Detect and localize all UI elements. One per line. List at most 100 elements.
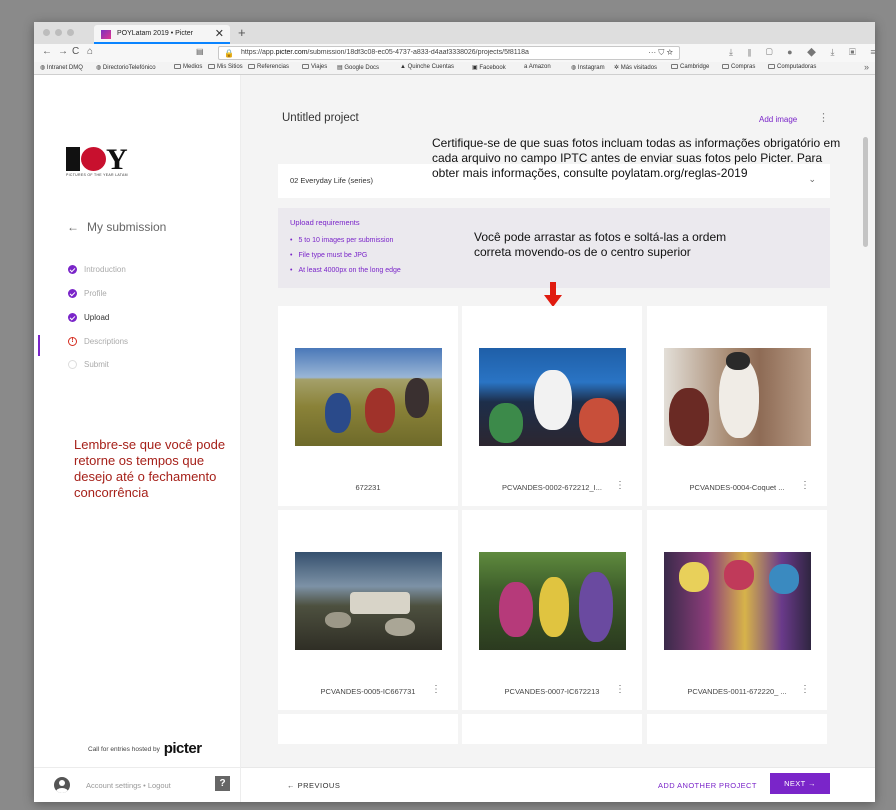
photo-figure xyxy=(539,577,569,637)
photo-thumbnail[interactable] xyxy=(295,552,442,650)
back-arrow-icon: ← xyxy=(67,220,79,234)
photo-figure xyxy=(385,618,415,636)
my-submission-link[interactable]: ← My submission xyxy=(67,220,166,234)
new-tab-button[interactable]: + xyxy=(238,25,246,40)
image-menu-icon[interactable]: ⋮ xyxy=(800,684,810,695)
check-icon xyxy=(68,289,77,298)
bookmark-item[interactable]: a Amazon xyxy=(524,64,551,70)
logo-mark xyxy=(66,147,80,171)
picter-favicon-icon xyxy=(101,30,111,39)
navigation-bar: ← → C ⌂ ▤ 🔒 https://app.picter.com/submi… xyxy=(34,44,875,62)
photo-figure xyxy=(350,592,410,614)
image-card[interactable]: PCVANDES-0007-IC672213 ⋮ xyxy=(462,510,642,710)
reload-button[interactable]: C xyxy=(72,46,79,57)
picter-logo[interactable]: picter xyxy=(164,740,202,757)
browser-tab[interactable]: POYLatam 2019 • Picter ✕ xyxy=(94,25,230,44)
bookmark-item[interactable]: Mis Sitios xyxy=(208,64,243,70)
reader-icon[interactable]: ▤ xyxy=(196,47,204,56)
page-scrollbar[interactable] xyxy=(863,137,868,247)
image-menu-icon[interactable]: ⋮ xyxy=(615,684,625,695)
lock-icon: 🔒 xyxy=(224,49,234,58)
main-content: Untitled project Add image ⋮ 02 Everyday… xyxy=(241,75,875,802)
photo-figure xyxy=(726,352,750,370)
account-links[interactable]: Account settings • Logout xyxy=(86,781,171,790)
bookmark-item[interactable]: Referencias xyxy=(248,64,289,70)
bookmarks-overflow-icon[interactable]: » xyxy=(864,62,869,72)
page: Y PICTURES OF THE YEAR LATAM ← My submiss… xyxy=(34,75,875,802)
error-icon xyxy=(68,337,77,346)
photo-figure xyxy=(724,560,754,590)
check-icon xyxy=(68,313,77,322)
photo-figure xyxy=(769,564,799,594)
drag-annotation: Você pode arrastar as fotos e soltá-las … xyxy=(474,230,727,259)
image-card[interactable]: PCVANDES-0011-672220_ ... ⋮ xyxy=(647,510,827,710)
step-label: Descriptions xyxy=(84,337,129,346)
tab-close-icon[interactable]: ✕ xyxy=(215,27,224,40)
step-label: Submit xyxy=(84,360,109,369)
close-window-dot[interactable] xyxy=(43,29,50,36)
bookmark-item[interactable]: ◍ Intranet DMQ xyxy=(40,64,83,71)
sidebar: Y PICTURES OF THE YEAR LATAM ← My submiss… xyxy=(34,75,241,802)
back-button[interactable]: ← xyxy=(42,46,52,57)
image-card[interactable] xyxy=(278,714,458,744)
bookmark-item[interactable]: Medios xyxy=(174,64,202,70)
bookmark-item[interactable]: ◍ DirectorioTelefónico xyxy=(96,64,156,71)
photo-figure xyxy=(489,403,523,443)
pending-circle-icon xyxy=(68,360,77,369)
requirements-heading: Upload requirements xyxy=(290,218,360,227)
page-actions-icon[interactable]: ··· ⛉ ☆ xyxy=(648,48,673,58)
bookmarks-bar: ◍ Intranet DMQ ◍ DirectorioTelefónico Me… xyxy=(34,62,875,75)
maximize-window-dot[interactable] xyxy=(67,29,74,36)
image-card[interactable]: 672231 xyxy=(278,306,458,506)
photo-figure xyxy=(719,358,759,438)
bookmark-item[interactable]: ▤ Google Docs xyxy=(337,64,379,71)
requirement-item: 5 to 10 images per submission xyxy=(290,237,401,244)
image-card[interactable] xyxy=(647,714,827,744)
photo-thumbnail[interactable] xyxy=(664,348,811,446)
tab-title: POYLatam 2019 • Picter xyxy=(117,30,193,37)
bookmark-item[interactable]: ◍ Instagram xyxy=(571,64,605,71)
image-menu-icon[interactable]: ⋮ xyxy=(431,684,441,695)
image-card[interactable]: PCVANDES-0004-Coquet ... ⋮ xyxy=(647,306,827,506)
photo-figure xyxy=(679,562,709,592)
image-menu-icon[interactable]: ⋮ xyxy=(800,480,810,491)
bookmark-item[interactable]: ✲ Más visitados xyxy=(614,64,657,71)
poy-logo: Y PICTURES OF THE YEAR LATAM xyxy=(66,143,130,181)
avatar-icon[interactable] xyxy=(54,777,70,793)
previous-button[interactable]: ← PREVIOUS xyxy=(287,781,340,790)
home-button[interactable]: ⌂ xyxy=(87,46,93,57)
bookmark-item[interactable]: Cambridge xyxy=(671,64,709,70)
photo-thumbnail[interactable] xyxy=(295,348,442,446)
arrow-shaft xyxy=(550,282,556,296)
image-card[interactable] xyxy=(462,714,642,744)
bookmark-item[interactable]: Computadoras xyxy=(768,64,816,70)
iptc-annotation: Certifique-se de que suas fotos incluam … xyxy=(432,136,841,180)
url-bar[interactable]: 🔒 https://app.picter.com/submission/18df… xyxy=(218,46,680,60)
check-icon xyxy=(68,265,77,274)
project-menu-icon[interactable]: ⋮ xyxy=(818,111,829,124)
bookmark-item[interactable]: ▲ Quinche Cuentas xyxy=(400,64,454,70)
account-bar: Account settings • Logout ? xyxy=(34,767,241,802)
image-card[interactable]: PCVANDES-0005-IC667731 ⋮ xyxy=(278,510,458,710)
url-text: https://app.picter.com/submission/18df3c… xyxy=(241,49,529,56)
step-label: Upload xyxy=(84,313,110,322)
next-button[interactable]: NEXT → xyxy=(770,773,830,794)
image-card[interactable]: PCVANDES-0002-672212_I... ⋮ xyxy=(462,306,642,506)
add-another-project-button[interactable]: ADD ANOTHER PROJECT xyxy=(658,781,757,790)
hosted-by: Call for entries hosted by picter xyxy=(88,740,202,757)
project-title[interactable]: Untitled project xyxy=(282,112,359,124)
add-image-button[interactable]: Add image xyxy=(759,115,797,124)
toolbar-icons[interactable]: ⤓ ⫴ ▢ ● ◆ ⤓ ▣ ≡ xyxy=(729,47,875,58)
photo-thumbnail[interactable] xyxy=(664,552,811,650)
photo-thumbnail[interactable] xyxy=(479,348,626,446)
photo-thumbnail[interactable] xyxy=(479,552,626,650)
minimize-window-dot[interactable] xyxy=(55,29,62,36)
help-button[interactable]: ? xyxy=(215,776,230,791)
image-menu-icon[interactable]: ⋮ xyxy=(615,480,625,491)
photo-figure xyxy=(325,612,351,628)
forward-button[interactable]: → xyxy=(58,46,68,57)
bookmark-item[interactable]: Compras xyxy=(722,64,755,70)
red-down-arrow-icon xyxy=(544,282,562,308)
bookmark-item[interactable]: Viajes xyxy=(302,64,327,70)
bookmark-item[interactable]: ▣ Facebook xyxy=(472,64,506,71)
